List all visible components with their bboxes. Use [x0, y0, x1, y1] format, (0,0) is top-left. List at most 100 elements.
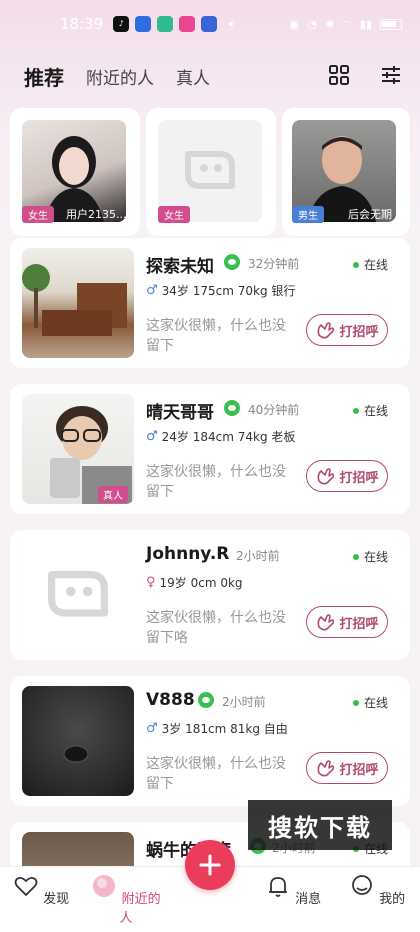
say-hello-label: 打招呼	[339, 324, 379, 340]
online-dot-icon	[352, 407, 359, 414]
nfc-icon: ▣	[289, 17, 300, 31]
app-icon	[135, 16, 152, 32]
signal-icon: ▮▮	[359, 17, 372, 31]
user-info: ♂ 34岁 175cm 70kg 银行	[146, 282, 295, 299]
featured-cards: 女生 用户2135... 女生 男生 后会无期	[10, 108, 410, 236]
wechat-icon	[224, 400, 240, 416]
status-indicators: ▣ ◔ ✱ ◠ ▮▮	[289, 18, 402, 31]
wave-hand-icon	[318, 322, 335, 339]
gender-tag: 男生	[292, 206, 324, 223]
app-icon	[157, 16, 174, 32]
online-label: 在线	[363, 696, 388, 710]
battery-icon	[380, 18, 402, 30]
wave-hand-icon	[318, 614, 335, 631]
tiktok-icon: ♪	[113, 16, 130, 32]
user-photo	[22, 686, 134, 796]
bell-icon	[268, 877, 287, 897]
tab-real[interactable]: 真人	[176, 64, 210, 89]
say-hello-label: 打招呼	[339, 616, 379, 632]
user-name: Johnny.R	[146, 544, 230, 564]
placeholder-photo	[22, 540, 134, 650]
user-stats: 24岁 184cm 74kg 老板	[161, 430, 296, 444]
status-time: 18:39	[60, 15, 104, 33]
online-status: 在线	[352, 402, 388, 419]
male-icon: ♂	[146, 721, 158, 736]
online-dot-icon	[352, 699, 359, 706]
nav-discover[interactable]: 发现	[6, 873, 76, 907]
dark-photo	[63, 745, 89, 763]
nav-label: 附近的人	[119, 892, 161, 926]
user-name: V888	[146, 690, 195, 710]
user-name: 晴天哥哥	[146, 403, 214, 423]
user-caption: 后会无期	[348, 208, 392, 221]
add-button[interactable]	[185, 840, 235, 890]
filter-icon[interactable]	[380, 64, 402, 86]
male-icon: ♂	[146, 429, 158, 444]
gender-tag: 女生	[22, 206, 54, 223]
last-active: 40分钟前	[248, 403, 300, 417]
nav-label: 消息	[295, 892, 322, 907]
user-name: 探索未知	[146, 257, 214, 277]
say-hello-button[interactable]: 打招呼	[306, 460, 388, 492]
list-item[interactable]: 真人 晴天哥哥 40分钟前 在线 ♂ 24岁 184cm 74kg 老板 这家伙很…	[10, 384, 410, 514]
user-info: ♂ 3岁 181cm 81kg 自由	[146, 720, 288, 737]
user-bio: 这家伙很懒，什么也没留下	[146, 756, 286, 792]
wave-hand-icon	[318, 760, 335, 777]
user-bio: 这家伙很懒，什么也没留下	[146, 464, 286, 500]
nav-label: 我的	[379, 892, 406, 907]
mute-icon: ◔	[307, 17, 318, 31]
status-bar: 18:39 ♪ ▣ ◔ ✱ ◠ ▮▮	[0, 0, 420, 48]
nearby-icon	[93, 875, 116, 897]
app-icon	[179, 16, 196, 32]
list-item[interactable]: V888 2小时前 在线 ♂ 3岁 181cm 81kg 自由 这家伙很懒，什么也…	[10, 676, 410, 806]
online-label: 在线	[363, 550, 388, 564]
say-hello-label: 打招呼	[339, 470, 379, 486]
user-photo: 真人	[22, 394, 134, 504]
top-tabs: 推荐 附近的人 真人	[0, 56, 420, 96]
male-icon: ♂	[146, 283, 158, 298]
online-dot-icon	[352, 261, 359, 268]
user-bio: 这家伙很懒，什么也没留下	[146, 318, 286, 354]
dot-icon	[229, 22, 234, 26]
featured-card[interactable]: 男生 后会无期	[282, 108, 410, 236]
user-stats: 34岁 175cm 70kg 银行	[161, 284, 296, 298]
wave-hand-icon	[318, 468, 335, 485]
last-active: 2小时前	[236, 549, 280, 563]
online-dot-icon	[352, 553, 359, 560]
say-hello-button[interactable]: 打招呼	[306, 606, 388, 638]
tab-recommend[interactable]: 推荐	[24, 62, 64, 91]
heart-chat-icon	[14, 876, 38, 896]
nav-profile[interactable]: 我的	[342, 873, 412, 907]
online-status: 在线	[352, 256, 388, 273]
tab-nearby[interactable]: 附近的人	[86, 64, 154, 89]
say-hello-button[interactable]: 打招呼	[306, 752, 388, 784]
user-info: ♀ 19岁 0cm 0kg	[146, 574, 243, 591]
nav-messages[interactable]: 消息	[258, 873, 328, 907]
say-hello-label: 打招呼	[339, 762, 379, 778]
office-photo	[22, 264, 127, 336]
wechat-icon	[224, 254, 240, 270]
app-logo-icon	[48, 571, 108, 617]
female-icon: ♀	[146, 575, 156, 590]
online-label: 在线	[363, 404, 388, 418]
user-stats: 19岁 0cm 0kg	[159, 576, 243, 590]
gender-tag: 女生	[158, 206, 190, 223]
online-status: 在线	[352, 694, 388, 711]
say-hello-button[interactable]: 打招呼	[306, 314, 388, 346]
grid-icon[interactable]	[328, 64, 350, 86]
bluetooth-icon: ✱	[325, 17, 335, 31]
list-item[interactable]: 探索未知 32分钟前 在线 ♂ 34岁 175cm 70kg 银行 这家伙很懒，什…	[10, 238, 410, 368]
featured-card[interactable]: 女生	[146, 108, 276, 236]
list-item[interactable]: Johnny.R 2小时前 在线 ♀ 19岁 0cm 0kg 这家伙很懒，什么也没…	[10, 530, 410, 660]
user-stats: 3岁 181cm 81kg 自由	[161, 722, 288, 736]
nav-nearby[interactable]: 附近的人	[90, 873, 162, 926]
user-photo	[22, 248, 134, 358]
online-status: 在线	[352, 548, 388, 565]
watermark: 搜软下载	[248, 800, 392, 850]
plus-icon	[199, 854, 221, 876]
wechat-icon	[198, 692, 214, 708]
nav-label: 发现	[43, 892, 70, 907]
app-logo-icon	[185, 151, 235, 189]
featured-card[interactable]: 女生 用户2135...	[10, 108, 140, 236]
real-badge: 真人	[98, 486, 128, 503]
